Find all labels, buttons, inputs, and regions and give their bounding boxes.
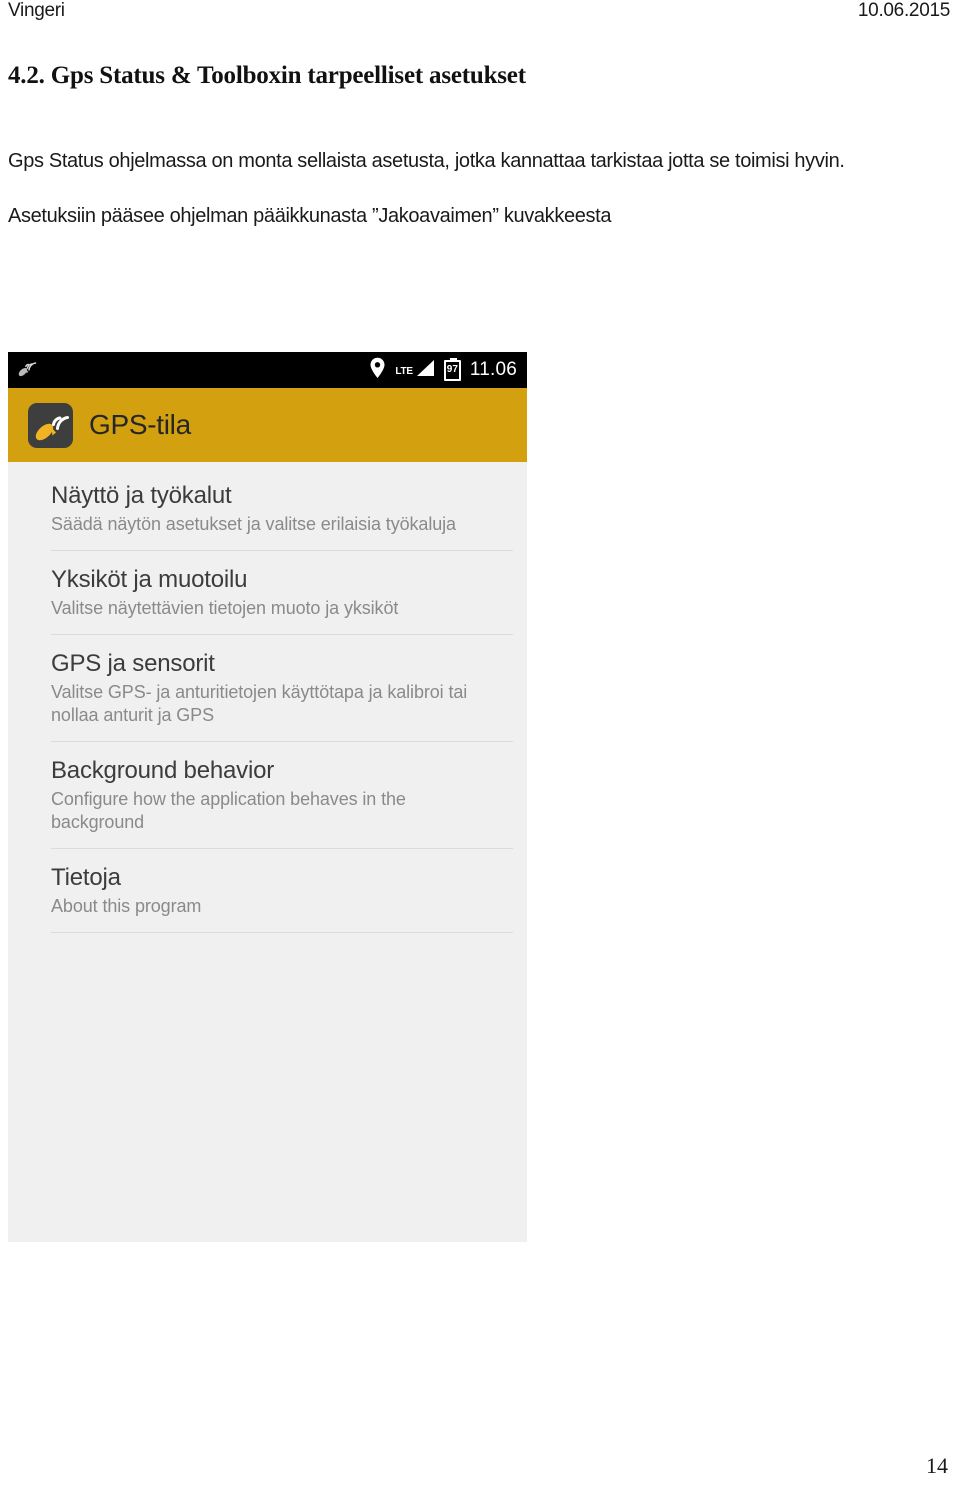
signal-bars-icon xyxy=(414,358,435,383)
settings-list: Näyttö ja työkalut Säädä näytön asetukse… xyxy=(8,462,527,1226)
header-date-text: 10.06.2015 xyxy=(857,0,950,21)
settings-item-title: GPS ja sensorit xyxy=(51,650,215,677)
settings-item-subtitle: Valitse GPS- ja anturitietojen käyttötap… xyxy=(51,682,468,725)
battery-icon: 97 xyxy=(443,357,461,381)
battery-level-label: 97 xyxy=(446,364,458,375)
settings-item-title: Background behavior xyxy=(51,757,275,784)
app-bar-title: GPS-tila xyxy=(89,409,191,440)
settings-item-subtitle: About this program xyxy=(51,896,202,916)
header-left-text: Vingeri xyxy=(8,0,65,21)
settings-item-gps-sensors[interactable]: GPS ja sensorit Valitse GPS- ja anturiti… xyxy=(8,634,527,741)
document-page: Vingeri 10.06.2015 4.2. Gps Status & Too… xyxy=(0,0,960,1487)
page-number: 14 xyxy=(926,1453,948,1478)
settings-item-units-formatting[interactable]: Yksiköt ja muotoilu Valitse näytettävien… xyxy=(8,550,527,634)
settings-item-display-tools[interactable]: Näyttö ja työkalut Säädä näytön asetukse… xyxy=(8,466,527,550)
settings-item-subtitle: Configure how the application behaves in… xyxy=(51,789,406,832)
settings-item-title: Yksiköt ja muotoilu xyxy=(51,566,248,593)
document-header: Vingeri 10.06.2015 xyxy=(8,0,950,30)
network-type-label: LTE xyxy=(395,365,413,377)
settings-item-subtitle: Valitse näytettävien tietojen muoto ja y… xyxy=(51,598,399,618)
satellite-dish-icon xyxy=(16,357,38,384)
settings-item-background-behavior[interactable]: Background behavior Configure how the ap… xyxy=(8,741,527,848)
android-status-bar: LTE 97 11.06 xyxy=(8,352,527,388)
location-pin-icon xyxy=(369,357,386,384)
app-bar: GPS-tila xyxy=(8,388,527,462)
settings-item-title: Näyttö ja työkalut xyxy=(51,482,232,509)
paragraph-instruction: Asetuksiin pääsee ohjelman pääikkunasta … xyxy=(8,205,612,227)
network-signal-indicator: LTE xyxy=(395,358,435,383)
settings-item-subtitle: Säädä näytön asetukset ja valitse erilai… xyxy=(51,514,456,534)
paragraph-intro: Gps Status ohjelmassa on monta sellaista… xyxy=(8,150,845,172)
settings-item-title: Tietoja xyxy=(51,864,121,891)
gps-satellite-app-icon[interactable] xyxy=(28,402,73,448)
embedded-phone-screenshot: LTE 97 11.06 GPS-tila Näyttö ja työkalut… xyxy=(8,352,527,1242)
status-bar-notifications xyxy=(16,357,38,384)
settings-item-about[interactable]: Tietoja About this program xyxy=(8,848,527,933)
status-bar-clock: 11.06 xyxy=(469,359,517,380)
status-bar-system-icons: LTE 97 11.06 xyxy=(369,357,517,384)
section-heading: 4.2. Gps Status & Toolboxin tarpeelliset… xyxy=(8,62,526,89)
